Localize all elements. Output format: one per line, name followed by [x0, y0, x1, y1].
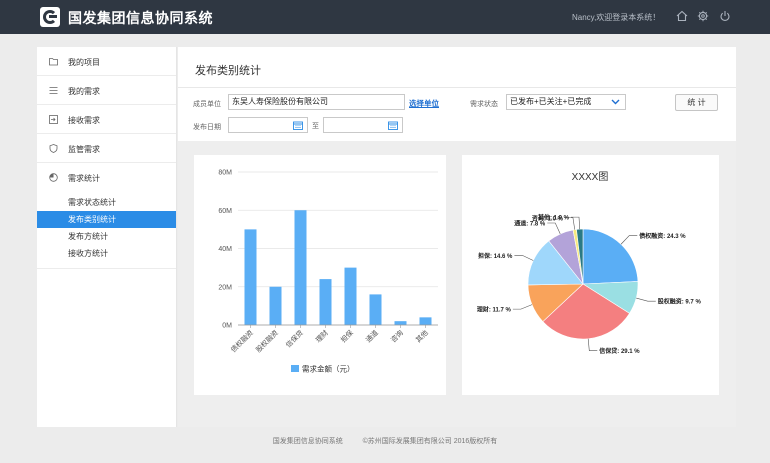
sidebar-item-label: 我的项目: [68, 58, 100, 67]
pie-chart-card: XXXX图债权融资: 24.3 % 股权融资: 9.7 % 信保贷: 29.1 % 理…: [462, 155, 719, 395]
folder-icon: [49, 58, 58, 66]
date-to-label: 至: [312, 123, 319, 130]
legend-label: 需求金额（元）: [302, 364, 355, 374]
bar[interactable]: [394, 321, 407, 325]
x-tick-label: 股权融资: [254, 328, 280, 354]
bar-chart-card: 0M 20M 40M 60M 80M 债权融资 股权融资 信保贷 理财 担保 通道 咨询 其他需求金额（…: [194, 155, 446, 395]
pie-label-line: [587, 338, 598, 352]
bar[interactable]: [344, 267, 357, 325]
pie-slice-label: 股权融资: 9.7 %: [658, 298, 702, 306]
home-icon[interactable]: [676, 10, 688, 22]
pie-slice-label: 债权融资: 24.3 %: [639, 232, 686, 240]
gear-icon[interactable]: [697, 10, 709, 22]
bar[interactable]: [369, 294, 382, 325]
x-tick-label: 其他: [414, 328, 430, 344]
select-unit-link[interactable]: 选择单位: [409, 98, 439, 109]
list-icon: [49, 87, 58, 94]
bar[interactable]: [319, 279, 332, 325]
x-tick-label: 通道: [364, 328, 380, 344]
date-label: 发布日期: [193, 124, 221, 131]
calendar-icon[interactable]: [388, 121, 398, 130]
inbox-icon: [49, 115, 58, 124]
pie-slice-label: 担保: 14.6 %: [478, 252, 513, 260]
footer-system-name: 国发集团信息协同系统: [272, 438, 343, 445]
page-title: 发布类别统计: [195, 65, 261, 77]
sidebar-item-supervised-demands[interactable]: 监管需求: [37, 134, 176, 163]
member-input[interactable]: 东吴人寿保险股份有限公司: [228, 94, 405, 110]
top-bar: 国发集团信息协同系统 Nancy,欢迎登录本系统！: [0, 0, 770, 34]
bar-chart: 0M 20M 40M 60M 80M 债权融资 股权融资 信保贷 理财 担保 通道 咨询 其他需求金额（…: [218, 170, 438, 374]
pie-label-line: [636, 297, 656, 302]
sidebar-item-label: 接收需求: [68, 116, 100, 125]
pie-slice-label: 理财: 11.7 %: [477, 306, 512, 314]
pie-slice-label: 其他: 1.9 %: [538, 214, 570, 222]
main-panel: 发布类别统计 成员单位 东吴人寿保险股份有限公司 选择单位 需求状态 已发布+已…: [178, 47, 736, 427]
pie-label-line: [512, 304, 533, 310]
footer-copyright: ©苏州国际发展集团有限公司 2016版权所有: [362, 438, 498, 445]
bar[interactable]: [269, 286, 282, 325]
app-title: 国发集团信息协同系统: [68, 10, 213, 26]
bar[interactable]: [419, 317, 432, 325]
sidebar-item-my-demands[interactable]: 我的需求: [37, 76, 176, 105]
chart-area: 0M 20M 40M 60M 80M 债权融资 股权融资 信保贷 理财 担保 通道 咨询 其他需求金额（…: [178, 141, 736, 427]
power-icon[interactable]: [719, 10, 731, 22]
shield-icon: [49, 144, 58, 153]
pie-slice-label: 信保贷: 29.1 %: [599, 347, 640, 355]
y-tick-label: 60M: [218, 208, 232, 215]
x-tick-label: 信保贷: [284, 328, 305, 349]
chevron-down-icon[interactable]: [611, 99, 620, 105]
welcome-text: Nancy,欢迎登录本系统！: [572, 13, 661, 22]
sidebar: 我的项目 我的需求 接收需求 监管需求 需求统计 需求状态统计 发布类别统计 发…: [37, 47, 177, 427]
x-tick-label: 咨询: [389, 328, 405, 344]
pie-chart: XXXX图债权融资: 24.3 % 股权融资: 9.7 % 信保贷: 29.1 % 理…: [477, 171, 702, 355]
y-tick-label: 0M: [222, 323, 232, 330]
y-tick-label: 20M: [218, 284, 232, 291]
sidebar-item-label: 我的需求: [68, 87, 100, 96]
x-tick-label: 债权融资: [229, 328, 255, 354]
pie-slice[interactable]: [582, 228, 639, 285]
logo-icon: [40, 7, 60, 27]
x-tick-label: 理财: [314, 328, 330, 344]
sidebar-subitem-publisher-stats[interactable]: 发布方统计: [37, 228, 176, 245]
pie-label-line: [514, 255, 534, 261]
sidebar-subitem-category-stats[interactable]: 发布类别统计: [37, 211, 176, 228]
pie-label-line: [547, 222, 561, 235]
pie-icon: [49, 173, 58, 182]
sidebar-item-received-demands[interactable]: 接收需求: [37, 105, 176, 134]
sidebar-item-demand-statistics[interactable]: 需求统计: [37, 163, 176, 192]
footer: 国发集团信息协同系统 ©苏州国际发展集团有限公司 2016版权所有: [0, 436, 770, 446]
status-label: 需求状态: [470, 101, 498, 108]
legend-swatch: [291, 365, 299, 372]
pie-label-line: [620, 235, 638, 245]
bar[interactable]: [244, 229, 257, 325]
calendar-icon[interactable]: [293, 121, 303, 130]
member-label: 成员单位: [193, 101, 221, 108]
sidebar-item-label: 监管需求: [68, 145, 100, 154]
status-select-value: 已发布+已关注+已完成: [510, 97, 592, 106]
bar[interactable]: [294, 210, 307, 325]
sidebar-subitem-status-stats[interactable]: 需求状态统计: [37, 194, 176, 211]
sidebar-item-my-projects[interactable]: 我的项目: [37, 47, 176, 76]
sidebar-subitem-receiver-stats[interactable]: 接收方统计: [37, 245, 176, 262]
x-tick-label: 担保: [339, 328, 355, 344]
stat-button[interactable]: 统 计: [675, 94, 718, 111]
status-select[interactable]: 已发布+已关注+已完成: [506, 94, 626, 110]
pie-label-line: [571, 216, 581, 230]
pie-title: XXXX图: [572, 171, 609, 183]
sidebar-submenu: 需求状态统计 发布类别统计 发布方统计 接收方统计: [37, 192, 176, 269]
y-tick-label: 80M: [218, 170, 232, 177]
sidebar-item-label: 需求统计: [68, 174, 100, 183]
y-tick-label: 40M: [218, 246, 232, 253]
